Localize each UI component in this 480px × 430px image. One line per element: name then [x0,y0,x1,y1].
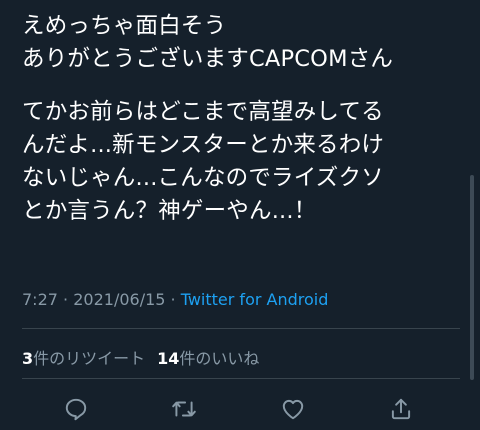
tweet-detail-page: えめっちゃ面白そう ありがとうございますCAPCOMさん てかお前らはどこまで高… [0,0,480,430]
reply-icon [65,398,87,421]
tweet-line: てかお前らはどこまで高望みしてる [22,99,384,125]
meta-separator: · [63,290,69,309]
likes-count: 14 [157,349,180,368]
engagement-stats: 3件のリツイート 14件のいいね [22,345,259,369]
retweet-icon [172,401,196,417]
tweet-line: ないじゃん...こんなのでライズクソ [22,165,384,191]
tweet-line: えめっちゃ面白そう [22,13,227,39]
tweet-line: とか言うん？神ゲーやん...！ [22,198,317,224]
tweet-time[interactable]: 7:27 [22,290,58,309]
retweets-stat[interactable]: 3件のリツイート [22,349,145,368]
likes-label: 件のいいね [179,349,260,368]
tweet-paragraph: てかお前らはどこまで高望みしてる んだよ...新モンスターとか来るわけ ないじゃ… [22,96,462,228]
tweet-meta: 7:27 · 2021/06/15 · Twitter for Android [22,290,328,309]
tweet-text: えめっちゃ面白そう ありがとうございますCAPCOMさん てかお前らはどこまで高… [22,10,462,248]
divider [22,328,460,329]
reply-button[interactable] [61,394,91,424]
tweet-line: ありがとうございますCAPCOMさん [22,46,394,72]
share-icon [391,398,411,420]
share-button[interactable] [386,394,416,424]
tweet-source-link[interactable]: Twitter for Android [181,290,329,309]
action-bar [0,390,480,426]
divider [22,378,460,379]
tweet-date[interactable]: 2021/06/15 [73,290,165,309]
retweets-label: 件のリツイート [33,349,146,368]
likes-stat[interactable]: 14件のいいね [157,349,259,368]
like-button[interactable] [278,394,308,424]
scrollbar[interactable] [470,175,474,380]
retweets-count: 3 [22,349,34,368]
retweet-button[interactable] [169,394,199,424]
like-icon [282,399,304,420]
meta-separator: · [170,290,176,309]
tweet-paragraph: えめっちゃ面白そう ありがとうございますCAPCOMさん [22,10,462,76]
tweet-line: んだよ...新モンスターとか来るわけ [22,132,385,158]
